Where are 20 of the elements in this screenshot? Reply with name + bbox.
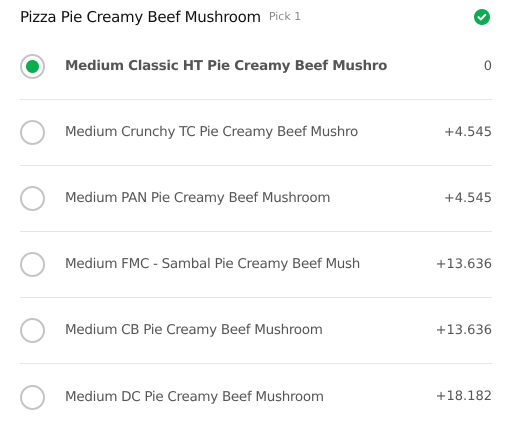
radio-button[interactable] <box>20 384 45 410</box>
radio-button[interactable] <box>20 318 45 343</box>
radio-button[interactable] <box>20 252 45 277</box>
radio-button[interactable] <box>20 120 45 145</box>
option-price: +18.182 <box>436 388 492 406</box>
option-name: Medium FMC - Sambal Pie Creamy Beef Mush <box>65 255 360 274</box>
radio-button[interactable] <box>20 186 45 211</box>
option-name: Medium Crunchy TC Pie Creamy Beef Mushro <box>65 123 358 142</box>
option-name: Medium Classic HT Pie Creamy Beef Mushro <box>65 57 388 76</box>
option-price: 0 <box>484 58 492 76</box>
option-name: Medium CB Pie Creamy Beef Mushroom <box>65 321 323 340</box>
option-price: +13.636 <box>436 256 492 274</box>
group-title: Pizza Pie Creamy Beef Mushroom <box>20 6 261 28</box>
option-name: Medium DC Pie Creamy Beef Mushroom <box>65 388 324 407</box>
radio-button[interactable] <box>20 54 45 79</box>
pick-hint: Pick 1 <box>268 8 302 25</box>
option-price: +13.636 <box>436 322 492 340</box>
option-price: +4.545 <box>444 190 492 208</box>
option-name: Medium PAN Pie Creamy Beef Mushroom <box>65 189 330 208</box>
option-price: +4.545 <box>444 124 492 142</box>
